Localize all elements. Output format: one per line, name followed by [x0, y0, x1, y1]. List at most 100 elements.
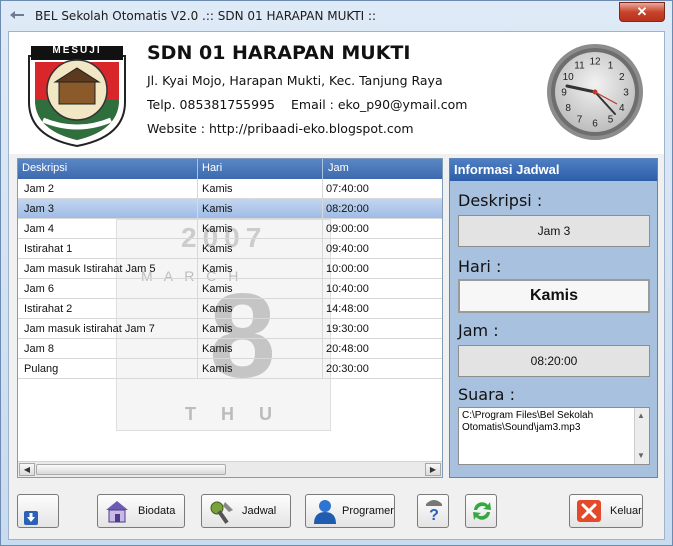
clock-number: 4 — [619, 103, 625, 114]
row-divider — [322, 359, 323, 379]
help-icon: ? — [426, 500, 442, 524]
table-row[interactable]: Istirahat 2 Kamis 14:48:00 — [18, 299, 442, 319]
programer-label: Programer — [342, 505, 394, 517]
school-phone: Telp. 085381755995 — [147, 97, 275, 112]
cell-deskripsi: Jam masuk istirahat Jam 7 — [24, 323, 155, 335]
column-header-jam[interactable]: Jam — [328, 162, 349, 174]
row-divider — [197, 359, 198, 379]
school-email: Email : eko_p90@ymail.com — [291, 97, 468, 112]
cell-hari: Kamis — [202, 323, 233, 335]
clock-number: 5 — [608, 114, 614, 125]
cell-deskripsi: Jam 3 — [24, 203, 54, 215]
cell-jam: 20:30:00 — [326, 363, 369, 375]
table-row[interactable]: Jam 6 Kamis 10:40:00 — [18, 279, 442, 299]
scroll-thumb[interactable] — [36, 464, 226, 475]
refresh-icon — [473, 502, 491, 520]
clock-number: 9 — [561, 88, 567, 99]
table-row[interactable]: Jam masuk Istirahat Jam 5 Kamis 10:00:00 — [18, 259, 442, 279]
cell-hari: Kamis — [202, 343, 233, 355]
cell-hari: Kamis — [202, 243, 233, 255]
column-header-hari[interactable]: Hari — [202, 162, 222, 174]
close-icon — [577, 500, 601, 522]
cell-hari: Kamis — [202, 203, 233, 215]
school-name: SDN 01 HARAPAN MUKTI — [147, 42, 411, 64]
help-button[interactable]: ? — [417, 494, 449, 528]
clock-number: 2 — [619, 72, 625, 83]
scroll-down-icon[interactable]: ▼ — [637, 450, 645, 462]
info-panel: Informasi Jadwal Deskripsi : Jam 3 Hari … — [449, 158, 658, 478]
logo-text: MESUJI — [52, 45, 102, 56]
row-divider — [197, 219, 198, 239]
scroll-up-icon[interactable]: ▲ — [637, 410, 645, 422]
clock-number: 6 — [592, 119, 598, 130]
table-row[interactable]: Istirahat 1 Kamis 09:40:00 — [18, 239, 442, 259]
jadwal-label: Jadwal — [242, 505, 277, 517]
title-bar[interactable]: BEL Sekolah Otomatis V2.0 .:: SDN 01 HAR… — [1, 1, 672, 31]
table-row[interactable]: Jam 3 Kamis 08:20:00 — [18, 199, 442, 219]
hari-label: Hari : — [458, 257, 502, 276]
cell-deskripsi: Istirahat 2 — [24, 303, 73, 315]
clock-number: 8 — [565, 103, 571, 114]
minimize-tray-button[interactable] — [17, 494, 59, 528]
cell-hari: Kamis — [202, 283, 233, 295]
cell-hari: Kamis — [202, 223, 233, 235]
scroll-right-icon[interactable]: ▶ — [425, 463, 441, 476]
cell-jam: 10:00:00 — [326, 263, 369, 275]
cell-deskripsi: Jam 2 — [24, 183, 54, 195]
watermark-weekday: T H U — [185, 404, 282, 424]
suara-scrollbar[interactable]: ▲ ▼ — [634, 408, 649, 464]
row-divider — [322, 259, 323, 279]
horizontal-scrollbar[interactable]: ◀ ▶ — [18, 461, 442, 477]
table-row[interactable]: Pulang Kamis 20:30:00 — [18, 359, 442, 379]
programer-button[interactable]: Programer — [305, 494, 395, 528]
scroll-left-icon[interactable]: ◀ — [19, 463, 35, 476]
row-divider — [197, 299, 198, 319]
deskripsi-value: Jam 3 — [458, 215, 650, 247]
row-divider — [322, 279, 323, 299]
cell-jam: 09:40:00 — [326, 243, 369, 255]
row-divider — [322, 339, 323, 359]
button-bar: Biodata Jadwal Programer ? Keluar — [9, 484, 664, 539]
table-row[interactable]: Jam 4 Kamis 09:00:00 — [18, 219, 442, 239]
table-row[interactable]: Jam masuk istirahat Jam 7 Kamis 19:30:00 — [18, 319, 442, 339]
keluar-label: Keluar — [610, 505, 642, 517]
cell-deskripsi: Jam 6 — [24, 283, 54, 295]
client-area: MESUJI SDN 01 HARAPAN MUKTI Jl. Kyai Moj… — [8, 31, 665, 540]
table-row[interactable]: Jam 2 Kamis 07:40:00 — [18, 179, 442, 199]
clock-number: 11 — [574, 61, 585, 72]
house-icon — [106, 501, 128, 523]
cell-jam: 14:48:00 — [326, 303, 369, 315]
clock-number: 3 — [623, 88, 629, 99]
keluar-button[interactable]: Keluar — [569, 494, 643, 528]
suara-field[interactable]: C:\Program Files\Bel Sekolah Otomatis\So… — [458, 407, 650, 465]
clock-number: 12 — [589, 57, 601, 68]
row-divider — [322, 219, 323, 239]
clock-number: 7 — [577, 114, 583, 125]
row-divider — [197, 339, 198, 359]
close-button[interactable]: ✕ — [619, 2, 665, 22]
refresh-button[interactable] — [465, 494, 497, 528]
arrow-down-icon — [24, 511, 38, 525]
cell-hari: Kamis — [202, 363, 233, 375]
cell-jam: 20:48:00 — [326, 343, 369, 355]
clock-number: 1 — [608, 61, 614, 72]
deskripsi-label: Deskripsi : — [458, 191, 543, 210]
row-divider — [322, 299, 323, 319]
row-divider — [322, 319, 323, 339]
cell-hari: Kamis — [202, 263, 233, 275]
suara-label: Suara : — [458, 385, 515, 404]
hari-value: Kamis — [458, 279, 650, 313]
table-row[interactable]: Jam 8 Kamis 20:48:00 — [18, 339, 442, 359]
jam-value: 08:20:00 — [458, 345, 650, 377]
suara-path: C:\Program Files\Bel Sekolah Otomatis\So… — [462, 410, 594, 433]
biodata-label: Biodata — [138, 505, 176, 517]
school-address: Jl. Kyai Mojo, Harapan Mukti, Kec. Tanju… — [147, 73, 443, 88]
cell-jam: 07:40:00 — [326, 183, 369, 195]
svg-text:?: ? — [429, 507, 439, 524]
row-divider — [197, 279, 198, 299]
column-header-deskripsi[interactable]: Deskripsi — [22, 162, 67, 174]
biodata-button[interactable]: Biodata — [97, 494, 185, 528]
cell-deskripsi: Istirahat 1 — [24, 243, 73, 255]
school-header: MESUJI SDN 01 HARAPAN MUKTI Jl. Kyai Moj… — [9, 32, 664, 154]
jadwal-button[interactable]: Jadwal — [201, 494, 291, 528]
